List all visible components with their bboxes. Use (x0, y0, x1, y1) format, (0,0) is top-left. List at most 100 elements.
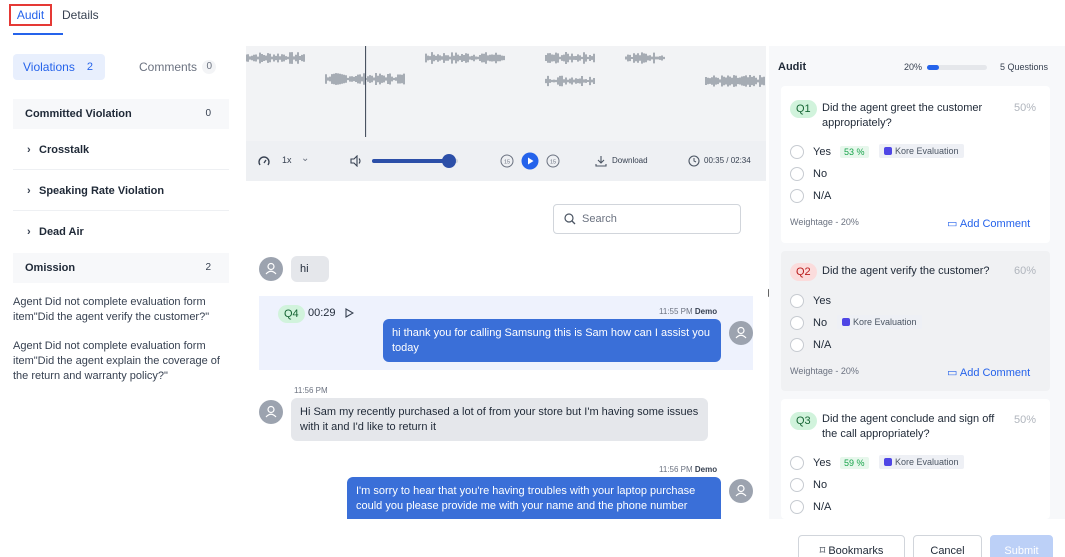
agent-message: I'm sorry to hear that you're having tro… (347, 477, 721, 520)
skip-back-seconds: 15 (504, 160, 510, 166)
tab-audit[interactable]: Audit (9, 4, 52, 26)
comment-icon: ▭ (947, 218, 958, 230)
search-input[interactable]: Search (553, 204, 741, 234)
user-icon (735, 326, 747, 339)
score-badge: 53 % (840, 146, 869, 158)
playback-speed[interactable]: 1x (282, 155, 292, 165)
bookmarks-button[interactable]: ⌑ Bookmarks (798, 535, 905, 557)
violation-label: Speaking Rate Violation (39, 185, 165, 197)
waveform[interactable] (245, 46, 766, 141)
tab-comments[interactable]: Comments 0 (132, 54, 222, 80)
submit-button[interactable]: Submit (990, 535, 1053, 557)
chevron-right-icon: › (27, 185, 31, 197)
comment-icon: ▭ (947, 367, 958, 379)
agent-message: hi thank you for calling Samsung this is… (383, 319, 721, 362)
audit-progress-fill (927, 65, 939, 70)
play-outline-icon[interactable] (345, 308, 354, 318)
skip-back-icon[interactable]: 15 (500, 154, 514, 168)
message-sender: Demo (694, 307, 718, 316)
violations-label: Violations (23, 60, 75, 74)
kore-evaluation-tag: Kore Evaluation (837, 315, 922, 329)
question-text: Did the agent conclude and sign off the … (822, 413, 995, 440)
radio-no[interactable] (790, 316, 804, 330)
radio-na[interactable] (790, 500, 804, 514)
add-comment-button[interactable]: ▭ Add Comment (947, 366, 1030, 379)
question-badge[interactable]: Q4 (278, 305, 305, 323)
violation-label: Dead Air (39, 226, 84, 238)
chevron-right-icon: › (27, 226, 31, 238)
tab-details[interactable]: Details (62, 8, 99, 22)
agent-avatar (729, 479, 753, 503)
audio-player-bar: 1x ⌄ 15 15 Download 00:35 / 02:34 (246, 141, 766, 181)
message-time: 11:56 PM (659, 465, 693, 474)
omission-text: Agent Did not complete evaluation form i… (13, 296, 210, 323)
skip-forward-seconds: 15 (550, 160, 556, 166)
chevron-down-icon[interactable]: ⌄ (301, 153, 309, 164)
radio-no[interactable] (790, 478, 804, 492)
question-badge: Q1 (790, 100, 817, 118)
message-sender: Demo (694, 465, 718, 474)
volume-level (372, 159, 450, 163)
playback-time: 00:35 / 02:34 (704, 156, 751, 165)
customer-message: Hi Sam my recently purchased a lot of fr… (291, 398, 708, 441)
radio-yes[interactable] (790, 294, 804, 308)
option-label: N/A (813, 339, 832, 351)
add-comment-label: Add Comment (959, 218, 1031, 230)
question-card: Q1 Did the agent greet the customer appr… (781, 86, 1050, 243)
download-button[interactable]: Download (612, 156, 648, 165)
omission-label: Omission (25, 262, 76, 274)
violation-item-crosstalk[interactable]: › Crosstalk (13, 130, 229, 170)
top-tabs: Audit Details (0, 0, 1065, 40)
bookmark-icon: ⌑ (819, 545, 826, 557)
volume-icon[interactable] (350, 155, 362, 167)
committed-count: 0 (205, 108, 211, 119)
question-count: 5 Questions (1000, 62, 1049, 72)
radio-no[interactable] (790, 167, 804, 181)
omission-header: Omission 2 (13, 253, 229, 283)
violation-item-speaking-rate[interactable]: › Speaking Rate Violation (13, 171, 229, 211)
add-comment-button[interactable]: ▭ Add Comment (947, 217, 1030, 230)
radio-yes[interactable] (790, 145, 804, 159)
question-badge: Q3 (790, 412, 817, 430)
violations-count: 2 (86, 61, 93, 73)
option-label: Yes (813, 146, 831, 158)
tab-violations[interactable]: Violations 2 (13, 54, 105, 80)
active-tab-indicator (13, 33, 63, 35)
violation-item-dead-air[interactable]: › Dead Air (13, 212, 229, 252)
volume-handle[interactable] (442, 154, 457, 168)
skip-forward-icon[interactable]: 15 (546, 154, 560, 168)
chevron-right-icon: › (27, 144, 31, 156)
committed-label: Committed Violation (25, 108, 132, 120)
radio-yes[interactable] (790, 456, 804, 470)
speed-gauge-icon (258, 156, 270, 166)
option-label: Yes (813, 295, 831, 307)
question-weight: 50% (1013, 414, 1036, 426)
question-weight: 60% (1013, 265, 1036, 277)
option-label: N/A (813, 190, 832, 202)
audit-title: Audit (778, 61, 807, 73)
kore-icon (842, 318, 850, 326)
kore-evaluation-label: Kore Evaluation (895, 146, 959, 156)
committed-violation-header: Committed Violation 0 (13, 99, 229, 129)
message-time: 11:56 PM (294, 386, 328, 395)
play-icon[interactable] (521, 152, 539, 170)
question-weight: 50% (1013, 102, 1036, 114)
option-label: Yes (813, 457, 831, 469)
omission-count: 2 (205, 262, 211, 273)
question-badge: Q2 (790, 263, 817, 281)
weightage: Weightage - 20% (790, 366, 859, 376)
download-icon[interactable] (595, 155, 607, 167)
customer-avatar (259, 400, 283, 424)
radio-na[interactable] (790, 189, 804, 203)
user-icon (735, 484, 747, 497)
weightage: Weightage - 20% (790, 217, 859, 227)
radio-na[interactable] (790, 338, 804, 352)
message-stamp: 11:56 PM Demo (659, 465, 717, 474)
user-icon (265, 262, 277, 275)
customer-avatar (259, 257, 283, 281)
kore-icon (884, 147, 892, 155)
option-label: No (813, 168, 828, 180)
cancel-button[interactable]: Cancel (913, 535, 982, 557)
audit-progress-bar (927, 65, 987, 70)
option-label: N/A (813, 501, 832, 513)
